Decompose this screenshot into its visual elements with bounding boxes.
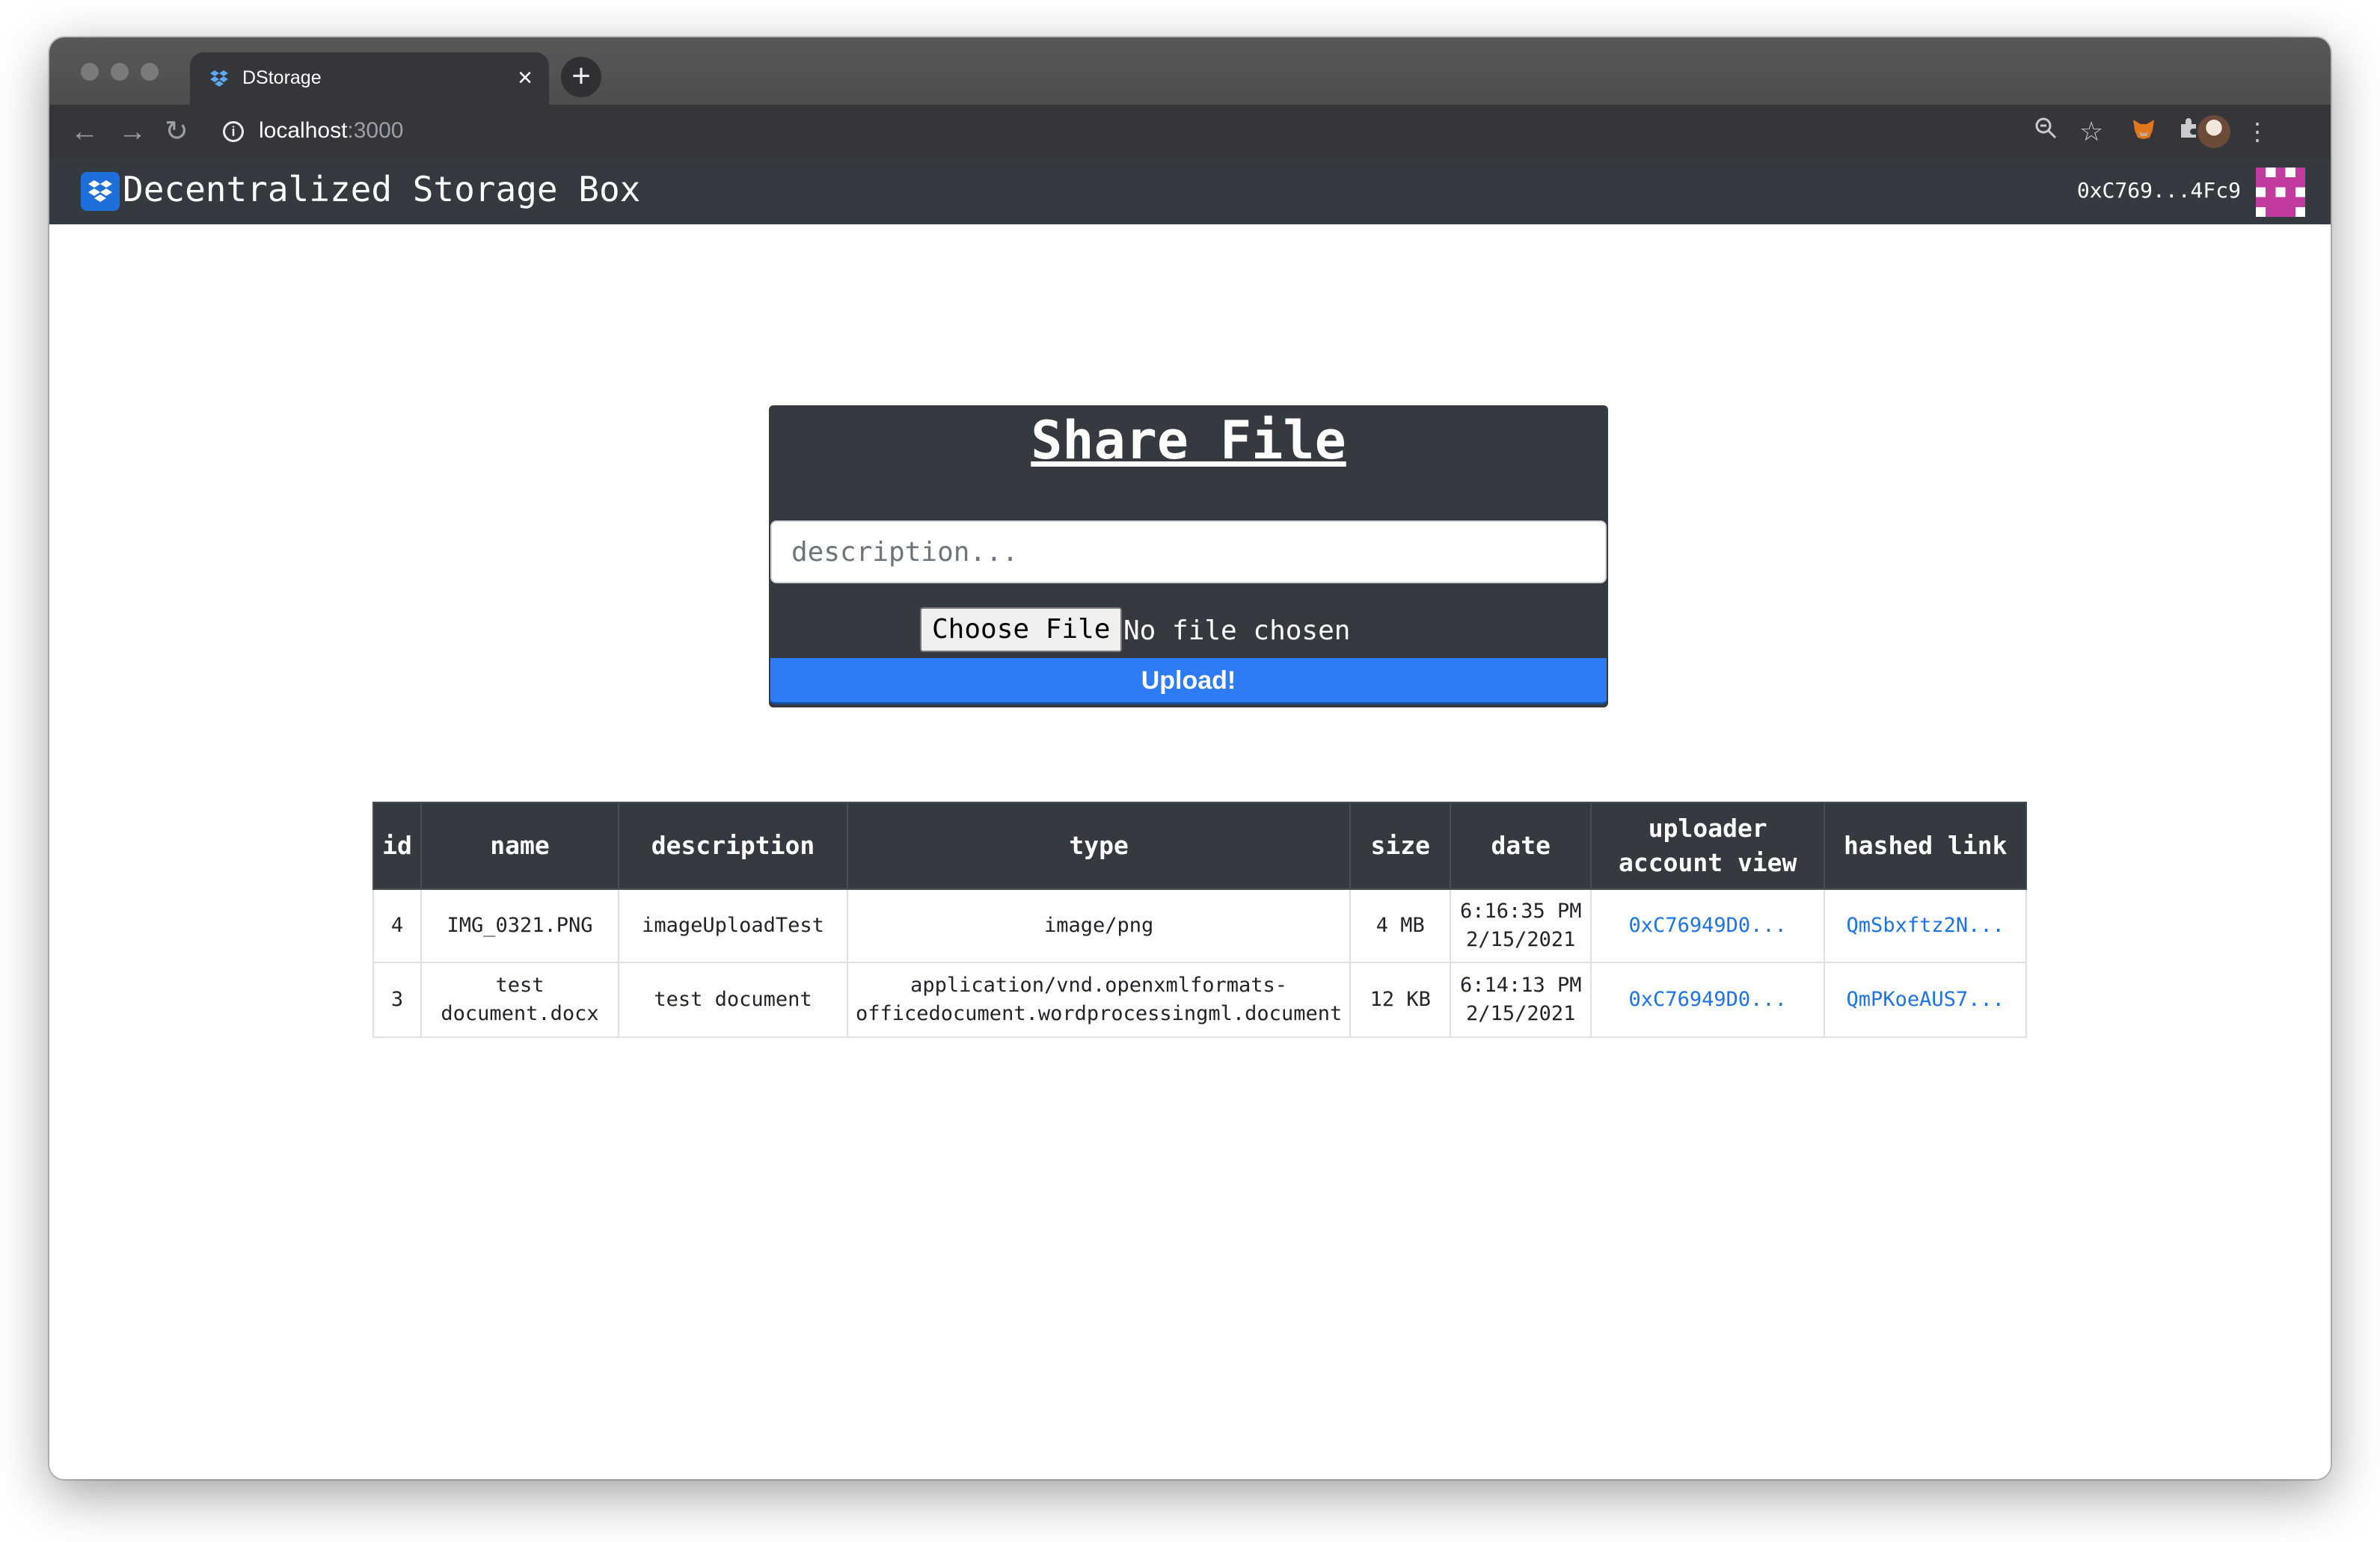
- column-header-size: size: [1349, 802, 1452, 890]
- cell-date-time: 6:16:35 PM: [1459, 900, 1582, 923]
- zoom-icon[interactable]: [2033, 115, 2058, 148]
- window-minimize-dot[interactable]: [111, 63, 129, 81]
- column-header-id: id: [372, 802, 422, 890]
- cell-type-line-1: image/png: [1043, 914, 1154, 937]
- file-status-text: No file chosen: [1123, 615, 1351, 646]
- cell-type: image/png: [846, 888, 1352, 963]
- window-zoom-dot[interactable]: [141, 63, 159, 81]
- cell-id: 3: [372, 962, 422, 1038]
- tab-close-icon[interactable]: ×: [518, 63, 533, 93]
- cell-name-line-1: test: [495, 974, 545, 997]
- cell-name-line-2: document.docx: [441, 1002, 599, 1025]
- reload-icon[interactable]: ↻: [165, 114, 188, 150]
- tab-strip: DStorage × +: [49, 37, 2331, 105]
- dropbox-logo-icon[interactable]: [81, 172, 120, 211]
- new-tab-button[interactable]: +: [561, 57, 601, 97]
- table-header-row: id name description type size date uploa…: [372, 802, 2028, 890]
- forward-icon[interactable]: →: [118, 114, 147, 150]
- uploader-header-line-1: uploader: [1648, 814, 1767, 843]
- site-info-icon[interactable]: i: [223, 121, 244, 142]
- url-port: :3000: [347, 118, 404, 143]
- hashed-link[interactable]: QmSbxftz2N...: [1824, 888, 2028, 963]
- column-header-date: date: [1450, 802, 1592, 890]
- cell-description: test document: [618, 962, 848, 1038]
- app-brand[interactable]: Decentralized Storage Box: [123, 169, 640, 209]
- cell-name-line-1: IMG_0321.PNG: [447, 914, 593, 937]
- cell-date-day: 2/15/2021: [1466, 1002, 1576, 1025]
- back-icon[interactable]: ←: [70, 114, 99, 150]
- upload-button[interactable]: Upload!: [770, 658, 1607, 704]
- address-bar[interactable]: i localhost:3000: [223, 111, 2018, 153]
- description-input[interactable]: [770, 520, 1607, 583]
- cell-date-time: 6:14:13 PM: [1459, 974, 1582, 997]
- files-table-body: 4 IMG_0321.PNG imageUploadTest image/png…: [372, 888, 2028, 1038]
- account-address: 0xC769...4Fc9: [2076, 178, 2241, 203]
- window-close-dot[interactable]: [81, 63, 99, 81]
- browser-window: DStorage × + ← → ↻ i localhost:3000 ☆ ⋮: [49, 37, 2331, 1479]
- tab-title: DStorage: [242, 67, 322, 88]
- url-host: localhost: [259, 118, 348, 143]
- files-table: id name description type size date uploa…: [372, 802, 2028, 1038]
- cell-name: test document.docx: [420, 962, 619, 1038]
- metamask-icon[interactable]: [2130, 115, 2157, 150]
- tab-dstorage[interactable]: DStorage ×: [190, 52, 549, 105]
- menu-icon[interactable]: ⋮: [2245, 115, 2269, 148]
- cell-date: 6:16:35 PM 2/15/2021: [1450, 888, 1592, 963]
- column-header-name: name: [420, 802, 619, 890]
- cell-type-line-2: officedocument.wordprocessingml.document: [856, 1002, 1343, 1025]
- table-row: 4 IMG_0321.PNG imageUploadTest image/png…: [372, 888, 2028, 963]
- app-navbar: Decentralized Storage Box 0xC769...4Fc9: [49, 159, 2331, 224]
- column-header-type: type: [846, 802, 1352, 890]
- account-identicon: [2256, 168, 2305, 217]
- page-viewport: Decentralized Storage Box 0xC769...4Fc9 …: [49, 159, 2331, 1479]
- cell-size: 12 KB: [1349, 962, 1452, 1038]
- cell-size: 4 MB: [1349, 888, 1452, 963]
- cell-type: application/vnd.openxmlformats-officedoc…: [846, 962, 1352, 1038]
- cell-date: 6:14:13 PM 2/15/2021: [1450, 962, 1592, 1038]
- uploader-header-line-2: account view: [1619, 848, 1797, 877]
- share-file-card: Share File Choose File No file chosen Up…: [769, 405, 1608, 707]
- share-file-title: Share File: [1031, 410, 1346, 471]
- column-header-hashed-link: hashed link: [1824, 802, 2028, 890]
- cell-description: imageUploadTest: [618, 888, 848, 963]
- table-row: 3 test document.docx test document applic…: [372, 962, 2028, 1038]
- cell-date-day: 2/15/2021: [1466, 928, 1576, 951]
- bookmark-star-icon[interactable]: ☆: [2079, 115, 2103, 148]
- cell-name: IMG_0321.PNG: [420, 888, 619, 963]
- uploader-account-link[interactable]: 0xC76949D0...: [1590, 962, 1826, 1038]
- browser-toolbar: ← → ↻ i localhost:3000 ☆ ⋮: [49, 105, 2331, 159]
- cell-type-line-1: application/vnd.openxmlformats-: [910, 974, 1288, 997]
- hashed-link[interactable]: QmPKoeAUS7...: [1824, 962, 2028, 1038]
- url-text: localhost:3000: [259, 118, 403, 144]
- dropbox-favicon-icon: [210, 70, 228, 87]
- cell-id: 4: [372, 888, 422, 963]
- uploader-account-link[interactable]: 0xC76949D0...: [1590, 888, 1826, 963]
- choose-file-button[interactable]: Choose File: [920, 607, 1123, 652]
- column-header-description: description: [618, 802, 848, 890]
- column-header-uploader: uploader account view: [1590, 802, 1826, 890]
- profile-avatar[interactable]: [2197, 115, 2230, 148]
- files-table-head: id name description type size date uploa…: [372, 802, 2028, 890]
